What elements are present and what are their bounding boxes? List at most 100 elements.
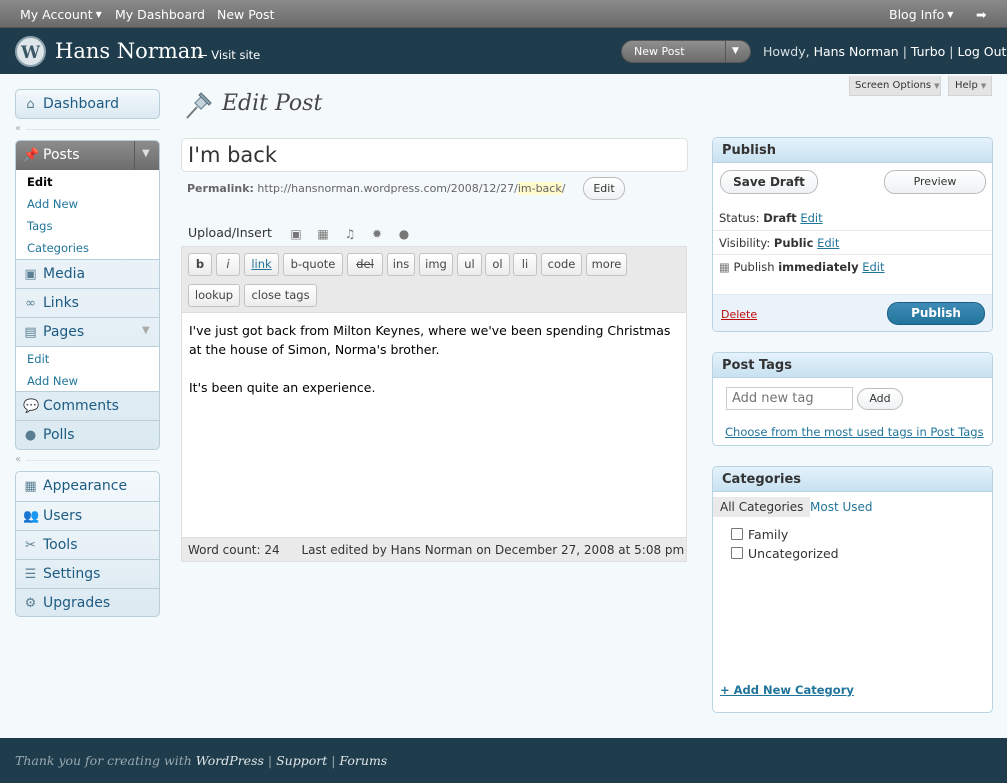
turbo-link[interactable]: Turbo	[911, 44, 945, 59]
category-checkbox[interactable]	[731, 528, 743, 540]
footer-wordpress-link[interactable]: WordPress	[196, 753, 264, 768]
page-title: Edit Post	[222, 91, 323, 116]
footer-support-link[interactable]: Support	[276, 753, 327, 768]
footer-forums-link[interactable]: Forums	[339, 753, 387, 768]
collapse-arrow-icon[interactable]: «	[15, 454, 21, 465]
image-icon[interactable]: ▣	[289, 227, 303, 241]
permalink-slug[interactable]: im-back	[517, 182, 562, 195]
visibility-edit-link[interactable]: Edit	[817, 236, 839, 250]
menu-group-dashboard: ⌂ Dashboard	[15, 89, 160, 119]
menu-polls[interactable]: ● Polls	[16, 420, 159, 449]
poll-icon[interactable]: ●	[397, 227, 411, 241]
chevron-down-icon[interactable]: ▼	[142, 325, 150, 336]
media-icon[interactable]: ✹	[370, 227, 384, 241]
post-title-input[interactable]	[181, 138, 688, 172]
screen-options-button[interactable]: Screen Options ▼	[849, 76, 941, 96]
menu-posts[interactable]: 📌 Posts ▼	[16, 141, 159, 170]
post-content-textarea[interactable]: I've just got back from Milton Keynes, w…	[189, 321, 679, 416]
menu-media[interactable]: ▣ Media	[16, 259, 159, 288]
publish-button[interactable]: Publish	[887, 302, 985, 325]
italic-button[interactable]: i	[216, 253, 240, 276]
menu-upgrades[interactable]: ⚙ Upgrades	[16, 588, 159, 617]
submenu-pages-edit[interactable]: Edit	[27, 352, 49, 366]
tools-icon: ✂	[25, 538, 36, 553]
chevron-down-icon[interactable]: ▼	[142, 148, 150, 159]
home-icon: ⌂	[26, 97, 35, 112]
save-draft-button[interactable]: Save Draft	[720, 170, 818, 194]
menu-group-content: 📌 Posts ▼ Edit Add New Tags Categories ▣…	[15, 140, 160, 450]
category-item[interactable]: Family	[731, 527, 788, 542]
tab-most-used[interactable]: Most Used	[810, 500, 873, 514]
category-item[interactable]: Uncategorized	[731, 546, 839, 561]
img-button[interactable]: img	[419, 253, 453, 276]
bold-button[interactable]: b	[188, 253, 212, 276]
menu-links[interactable]: ∞ Links	[16, 288, 159, 317]
submenu-pages-add-new[interactable]: Add New	[27, 374, 78, 388]
video-icon[interactable]: ▦	[316, 227, 330, 241]
publish-box: Publish Save Draft Preview Status: Draft…	[712, 137, 993, 332]
most-used-tags-link[interactable]: Choose from the most used tags in Post T…	[725, 425, 984, 439]
blog-info-menu[interactable]: Blog Info ▼	[889, 7, 953, 22]
preview-button[interactable]: Preview	[884, 170, 986, 194]
submenu-posts-add-new[interactable]: Add New	[27, 197, 78, 211]
menu-tools[interactable]: ✂ Tools	[16, 530, 159, 559]
code-button[interactable]: code	[541, 253, 582, 276]
ol-button[interactable]: ol	[485, 253, 510, 276]
menu-users[interactable]: 👥 Users	[16, 501, 159, 530]
pages-icon: ▤	[24, 325, 37, 340]
li-button[interactable]: li	[513, 253, 537, 276]
arrow-right-icon[interactable]: ➡	[976, 7, 986, 22]
menu-appearance[interactable]: ▦ Appearance	[16, 472, 159, 501]
permalink: Permalink: http://hansnorman.wordpress.c…	[187, 182, 565, 195]
close-tags-button[interactable]: close tags	[244, 284, 317, 307]
link-button[interactable]: link	[244, 253, 279, 276]
audio-icon[interactable]: ♫	[343, 227, 357, 241]
category-checkbox[interactable]	[731, 547, 743, 559]
post-editor[interactable]: b i link b-quote del ins img ul ol li co…	[181, 246, 687, 562]
add-new-category-link[interactable]: + Add New Category	[720, 683, 854, 697]
lookup-button[interactable]: lookup	[188, 284, 240, 307]
my-account-menu[interactable]: My Account ▼	[20, 7, 102, 22]
visibility-row: Visibility: Public Edit	[713, 230, 992, 254]
chevron-down-icon[interactable]: ▼	[732, 46, 739, 56]
user-profile-link[interactable]: Hans Norman	[814, 44, 899, 59]
submenu-posts-tags[interactable]: Tags	[27, 219, 52, 233]
favorite-actions-dropdown[interactable]: New Post ▼	[621, 40, 751, 63]
submenu-posts-categories[interactable]: Categories	[27, 241, 89, 255]
ul-button[interactable]: ul	[457, 253, 482, 276]
users-icon: 👥	[23, 509, 40, 524]
delete-link[interactable]: Delete	[721, 308, 757, 321]
menu-settings[interactable]: ☰ Settings	[16, 559, 159, 588]
permalink-label: Permalink:	[187, 182, 254, 195]
tag-input[interactable]	[726, 387, 853, 410]
publish-time-edit-link[interactable]: Edit	[862, 260, 884, 274]
menu-pages[interactable]: ▤ Pages ▼	[16, 317, 159, 346]
submenu-posts-edit[interactable]: Edit	[27, 175, 53, 189]
publish-actions: Delete Publish	[713, 294, 992, 331]
menu-comments[interactable]: 💬 Comments	[16, 391, 159, 420]
visit-site-link[interactable]: ← Visit site	[198, 48, 260, 62]
new-post-link[interactable]: New Post	[217, 7, 274, 22]
pages-submenu: Edit Add New	[16, 346, 159, 391]
help-button[interactable]: Help ▼	[948, 76, 992, 96]
footer-thanks: Thank you for creating with	[15, 753, 192, 768]
collapse-arrow-icon[interactable]: «	[15, 123, 21, 134]
add-tag-button[interactable]: Add	[857, 388, 903, 410]
status-row: Status: Draft Edit	[713, 206, 992, 230]
tab-all-categories[interactable]: All Categories	[713, 497, 811, 517]
chevron-down-icon: ▼	[980, 82, 987, 90]
blockquote-button[interactable]: b-quote	[283, 253, 343, 276]
more-button[interactable]: more	[586, 253, 627, 276]
logout-link[interactable]: Log Out	[957, 44, 1006, 59]
site-title: Hans Norman	[55, 39, 204, 63]
status-edit-link[interactable]: Edit	[800, 211, 822, 225]
my-dashboard-link[interactable]: My Dashboard	[115, 7, 205, 22]
permalink-edit-button[interactable]: Edit	[583, 177, 625, 200]
del-button[interactable]: del	[347, 253, 383, 276]
screen-options-label: Screen Options	[855, 80, 932, 91]
wordpress-logo-icon: W	[15, 36, 46, 67]
ins-button[interactable]: ins	[387, 253, 415, 276]
menu-dashboard[interactable]: ⌂ Dashboard	[16, 90, 159, 119]
help-label: Help	[955, 80, 978, 91]
post-tags-box: Post Tags Add Choose from the most used …	[712, 352, 993, 446]
